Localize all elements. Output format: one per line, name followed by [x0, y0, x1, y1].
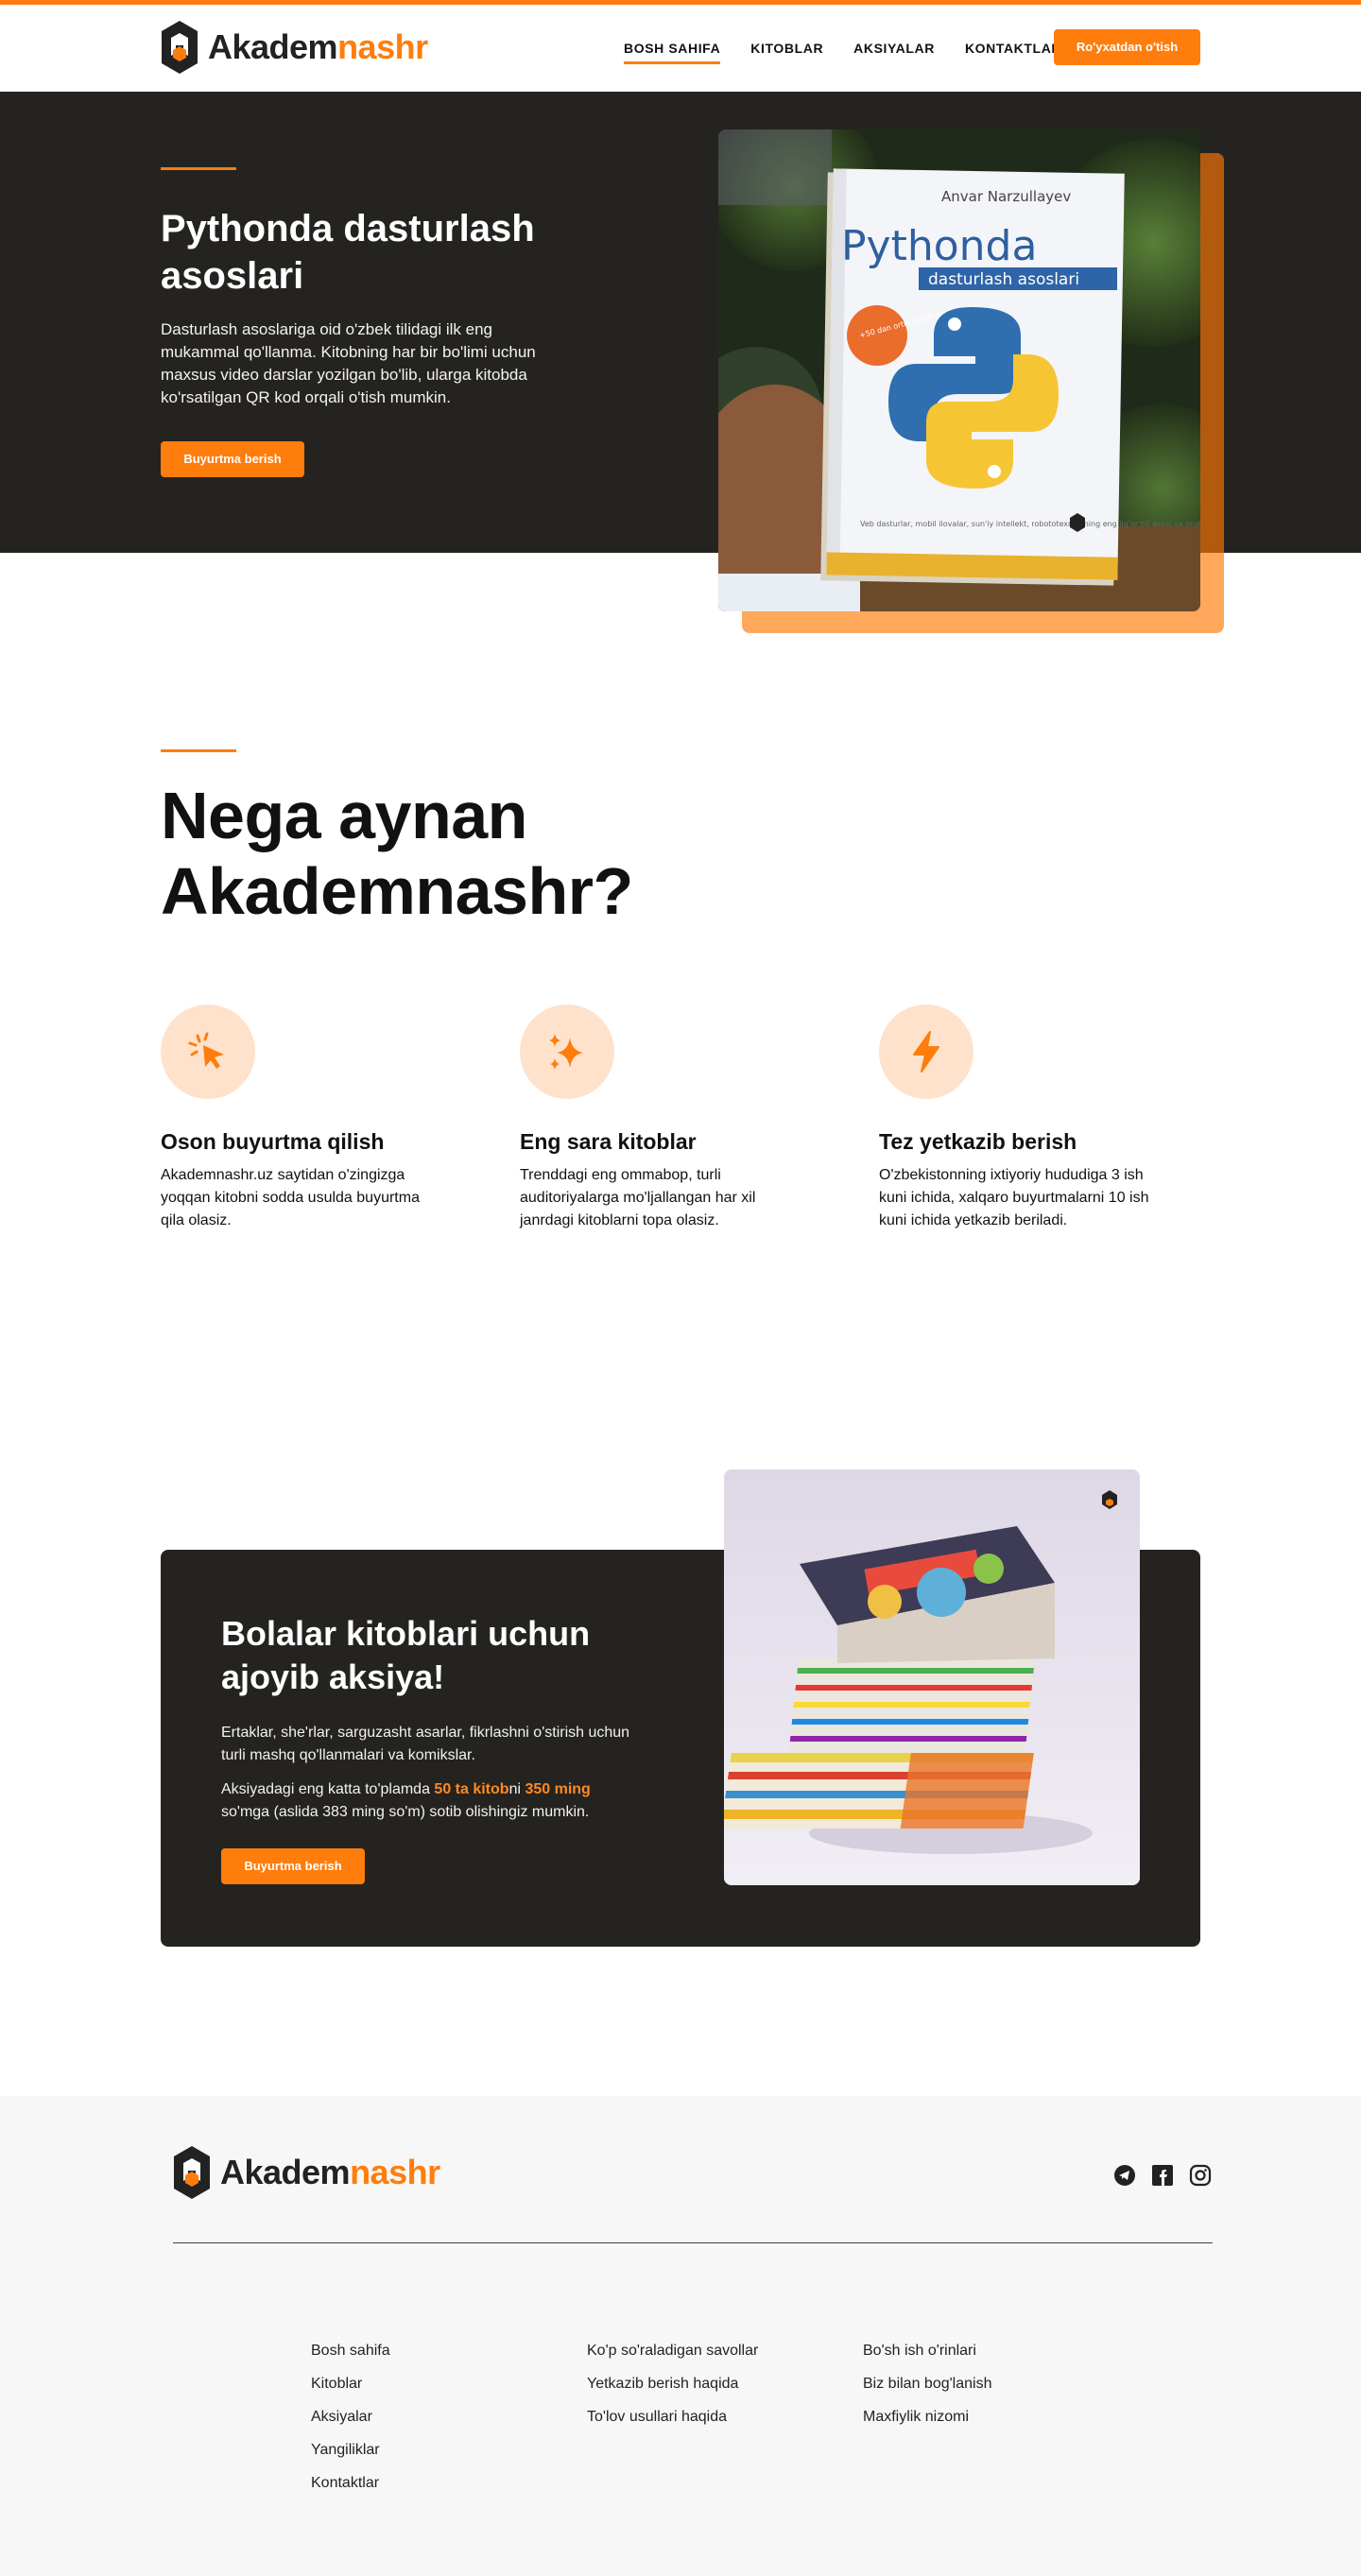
feature-title: Eng sara kitoblar — [520, 1129, 697, 1154]
book-title: Pythonda — [841, 222, 1037, 270]
promo-highlight-price: 350 ming — [525, 1781, 591, 1797]
footer-link[interactable]: Kontaktlar — [311, 2466, 390, 2499]
hero-title: Pythonda dasturlash asoslari — [161, 208, 535, 297]
why-title: Nega aynan Akademnashr? — [161, 779, 633, 928]
lightning-icon — [913, 1031, 939, 1073]
nav-kitoblar[interactable]: KITOBLAR — [750, 35, 823, 61]
footer-divider — [173, 2242, 1213, 2243]
logo-wordmark: Akademnashr — [208, 27, 428, 66]
feature-text: O'zbekistonning ixtiyoriy hududiga 3 ish… — [879, 1167, 1149, 1228]
nav-bosh-sahifa[interactable]: BOSH SAHIFA — [624, 35, 721, 64]
cursor-click-icon — [188, 1032, 224, 1069]
footer-link[interactable]: Ko'p so'raladigan savollar — [587, 2334, 758, 2367]
footer-link[interactable]: Kitoblar — [311, 2367, 390, 2400]
footer-link[interactable]: To'lov usullari haqida — [587, 2400, 758, 2433]
promo-books-image — [724, 1469, 1140, 1885]
footer-column-3: Bo'sh ish o'rinlari Biz bilan bog'lanish… — [863, 2334, 991, 2433]
feature-icon-circle — [879, 1005, 973, 1099]
promo-title: Bolalar kitoblari uchun ajoyib aksiya! — [221, 1614, 591, 1696]
feature-icon-circle — [161, 1005, 255, 1099]
feature-easy-order: Oson buyurtma qilish Akademnashr.uz sayt… — [161, 1005, 444, 1232]
footer-link[interactable]: Maxfiylik nizomi — [863, 2400, 991, 2433]
hero-order-button[interactable]: Buyurtma berish — [161, 441, 304, 477]
book-subtitle: dasturlash asoslari — [928, 270, 1079, 289]
book-footer-text: Veb dasturlar, mobil ilovalar, sun'iy in… — [860, 520, 1200, 528]
nav-aksiyalar[interactable]: AKSIYALAR — [853, 35, 935, 61]
facebook-icon[interactable] — [1151, 2164, 1174, 2187]
social-links — [1113, 2164, 1212, 2187]
footer-link[interactable]: Bo'sh ish o'rinlari — [863, 2334, 991, 2367]
hero-accent-line — [161, 167, 236, 170]
feature-text: Akademnashr.uz saytidan o'zingizga yoqqa… — [161, 1167, 420, 1228]
footer-link[interactable]: Bosh sahifa — [311, 2334, 390, 2367]
instagram-icon[interactable] — [1189, 2164, 1212, 2187]
feature-title: Tez yetkazib berish — [879, 1129, 1077, 1154]
nav-kontaktlar[interactable]: KONTAKTLAR — [965, 35, 1061, 61]
logo-mark-icon — [162, 21, 198, 74]
signup-button[interactable]: Ro'yxatdan o'tish — [1054, 29, 1200, 65]
sparkles-icon — [549, 1034, 583, 1070]
promo-text-1: Ertaklar, she'rlar, sarguzasht asarlar, … — [221, 1725, 630, 1763]
feature-icon-circle — [520, 1005, 614, 1099]
book-author: Anvar Narzullayev — [941, 188, 1071, 205]
why-accent-line — [161, 749, 236, 752]
hero-book-image: Anvar Narzullayev Pythonda dasturlash as… — [718, 129, 1200, 611]
feature-title: Oson buyurtma qilish — [161, 1129, 385, 1154]
footer-link[interactable]: Biz bilan bog'lanish — [863, 2367, 991, 2400]
promo-text-2: Aksiyadagi eng katta to'plamda 50 ta kit… — [221, 1781, 591, 1820]
feature-fast-delivery: Tez yetkazib berish O'zbekistonning ixti… — [879, 1005, 1163, 1232]
footer-link[interactable]: Yetkazib berish haqida — [587, 2367, 758, 2400]
main-nav: BOSH SAHIFA KITOBLAR AKSIYALAR KONTAKTLA… — [624, 5, 1061, 92]
footer-column-1: Bosh sahifa Kitoblar Aksiyalar Yangilikl… — [311, 2334, 390, 2499]
footer-link[interactable]: Aksiyalar — [311, 2400, 390, 2433]
logo-mark-icon — [174, 2146, 210, 2199]
footer-link[interactable]: Yangiliklar — [311, 2433, 390, 2466]
site-header: Akademnashr BOSH SAHIFA KITOBLAR AKSIYAL… — [0, 5, 1361, 92]
telegram-icon[interactable] — [1113, 2164, 1136, 2187]
hero-description: Dasturlash asoslariga oid o'zbek tilidag… — [161, 320, 536, 406]
site-footer: Akademnashr Bosh sahifa Kitoblar Aksiyal… — [0, 2096, 1361, 2576]
logo-wordmark: Akademnashr — [220, 2153, 440, 2191]
header-logo[interactable]: Akademnashr — [161, 20, 428, 75]
feature-text: Trenddagi eng ommabop, turli auditoriyal… — [520, 1167, 756, 1228]
promo-highlight-count: 50 ta kitob — [434, 1781, 509, 1797]
promo-order-button[interactable]: Buyurtma berish — [221, 1848, 365, 1884]
footer-logo[interactable]: Akademnashr — [173, 2145, 440, 2200]
footer-column-2: Ko'p so'raladigan savollar Yetkazib beri… — [587, 2334, 758, 2433]
feature-best-books: Eng sara kitoblar Trenddagi eng ommabop,… — [520, 1005, 803, 1232]
